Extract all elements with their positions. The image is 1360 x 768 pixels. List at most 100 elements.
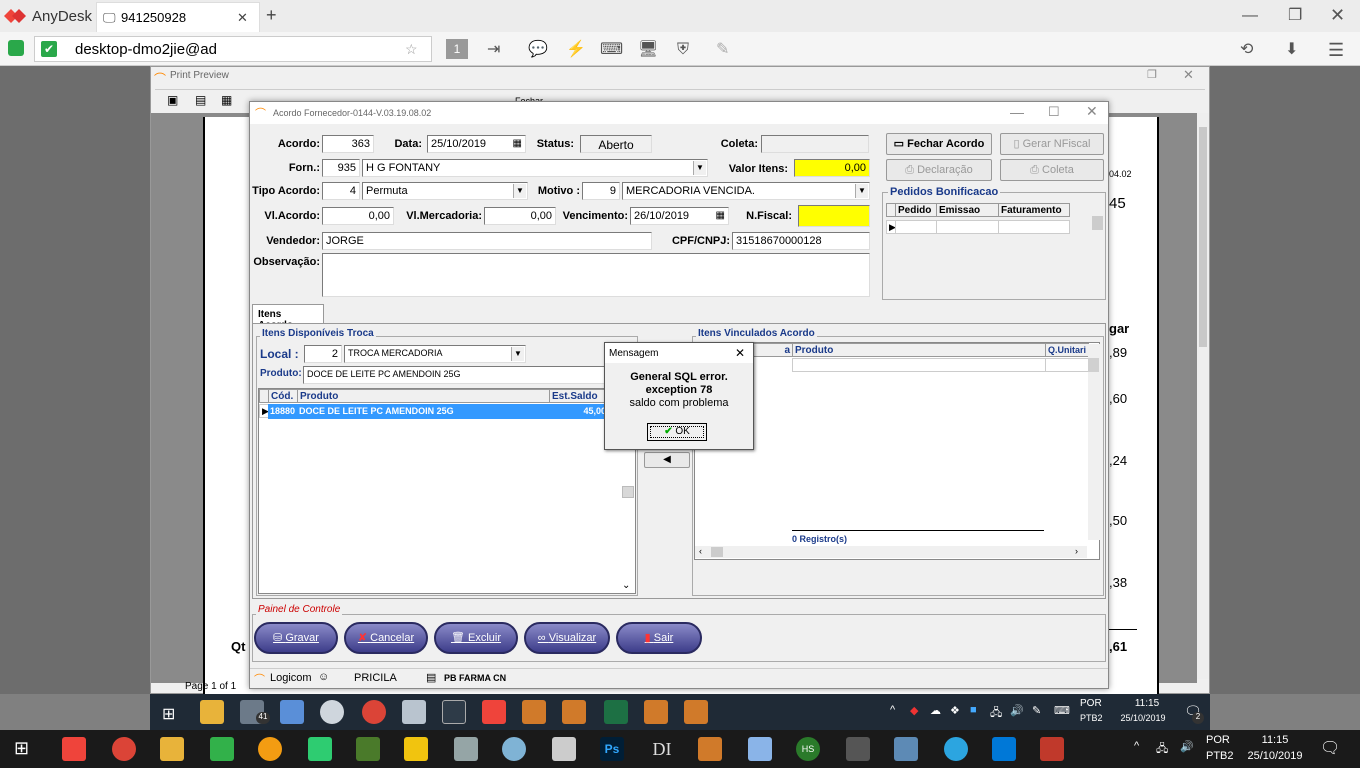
remote-lang[interactable]: POR [1080,698,1102,709]
app-icon[interactable] [846,737,870,761]
motivo-code[interactable]: 9 [582,182,620,200]
app-icon[interactable] [402,700,426,724]
col-faturamento[interactable]: Faturamento [998,203,1070,217]
zoom-icon[interactable]: ▦ [221,93,232,107]
volume-icon[interactable]: 🔊 [1010,704,1024,717]
gerar-nfiscal-button[interactable]: ▯ Gerar NFiscal [1000,133,1104,155]
app-icon[interactable] [552,737,576,761]
notification-icon[interactable]: 🗨 [1320,738,1340,758]
logicom-app-icon[interactable] [644,700,668,724]
chevron-down-icon[interactable]: ▼ [513,184,526,198]
windows-start-icon[interactable]: ⊞ [14,738,29,759]
tipo-acordo-combo[interactable]: Permuta ▼ [362,182,528,200]
scroll-thumb[interactable] [622,486,634,498]
acordo-field[interactable]: 363 [322,135,374,153]
scroll-thumb[interactable] [711,547,723,557]
anydesk-icon[interactable] [62,737,86,761]
calculator-icon[interactable] [442,700,466,724]
app-icon[interactable] [454,737,478,761]
actions-icon[interactable]: ⚡ [566,40,586,60]
chevron-right-icon[interactable]: › [1075,546,1078,556]
vendedor-field[interactable]: JORGE [322,232,652,250]
chrome-icon[interactable] [362,700,386,724]
pedido-cell[interactable] [895,220,937,234]
declaracao-button[interactable]: ⎙ Declaração [886,159,992,181]
motivo-combo[interactable]: MERCADORIA VENCIDA. ▼ [622,182,870,200]
telegram-icon[interactable] [944,737,968,761]
chrome-icon[interactable] [112,737,136,761]
vinc-cell[interactable] [1045,358,1089,372]
di-app-icon[interactable]: DI [650,737,674,761]
calendar-icon[interactable]: ▦ [716,210,725,221]
new-tab-button[interactable]: + [266,5,277,26]
app-icon[interactable] [404,737,428,761]
gravar-button[interactable]: ⛁ Gravar [254,622,338,654]
app-icon[interactable] [748,737,772,761]
local-combo[interactable]: TROCA MERCADORIA ▼ [344,345,526,363]
favorite-icon[interactable]: ☆ [405,41,418,58]
network-icon[interactable]: 🖧 [990,704,1002,723]
photoshop-icon[interactable]: Ps [600,737,624,761]
anydesk-icon[interactable] [482,700,506,724]
tipo-acordo-code[interactable]: 4 [322,182,360,200]
pp-close-icon[interactable]: ✕ [1183,67,1194,83]
logicom-app-icon[interactable] [684,700,708,724]
local-lang[interactable]: POR [1206,734,1230,746]
close-window-icon[interactable]: ✕ [1330,5,1345,25]
coleta-button[interactable]: ⎙ Coleta [1000,159,1104,181]
keyboard-icon[interactable]: ⌨ [600,40,623,60]
local-date[interactable]: 25/10/2019 [1240,750,1310,762]
dialog-maximize-icon[interactable]: ☐ [1048,104,1060,120]
tray-chevron-up-icon[interactable]: ^ [1134,740,1139,752]
fechar-acordo-button[interactable]: ▭ Fechar Acordo [886,133,992,155]
vl-acordo-field[interactable]: 0,00 [322,207,394,225]
monitor-select-button[interactable]: 1 [446,39,468,59]
app-icon[interactable] [258,737,282,761]
calendar-icon[interactable]: ▦ [513,138,522,149]
download-icon[interactable]: ⬇ [1285,40,1298,60]
excel-icon[interactable] [604,700,628,724]
remove-item-button[interactable]: ◀ [644,452,690,468]
col-produto[interactable]: Produto [297,389,550,403]
scroll-thumb[interactable] [1088,358,1099,372]
vinc-vscroll[interactable] [1088,344,1100,540]
postgres-icon[interactable] [894,737,918,761]
folder-icon[interactable] [200,700,224,724]
chevron-down-icon[interactable]: ▼ [511,347,524,361]
col-pedido[interactable]: Pedido [895,203,937,217]
chevron-down-icon[interactable]: ⌄ [622,580,630,591]
scroll-thumb[interactable] [1092,216,1103,230]
network-icon[interactable]: 🖧 [1156,740,1168,759]
vinc-hscroll[interactable]: ‹ › [695,546,1087,558]
cancelar-button[interactable]: ✘ Cancelar [344,622,428,654]
display-icon[interactable]: 🖥 [638,40,658,60]
local-layout[interactable]: PTB2 [1206,750,1234,762]
remote-time[interactable]: 11:15 [1124,698,1170,709]
logicom-app-icon[interactable] [562,700,586,724]
logicom-app-icon[interactable] [698,737,722,761]
dropbox-icon[interactable]: ❖ [950,704,960,717]
slack-icon[interactable] [308,737,332,761]
visualizar-button[interactable]: ∞ Visualizar [524,622,610,654]
address-field[interactable]: ✔ desktop-dmo2jie@ad ☆ [34,36,432,62]
tab-itens-acordo[interactable]: Itens Acordo [252,304,324,331]
pp-scroll-thumb[interactable] [1199,127,1207,347]
sair-button[interactable]: ▮ Sair [616,622,702,654]
history-icon[interactable]: ⟲ [1240,40,1253,60]
pedidos-scrollbar[interactable] [1091,204,1104,298]
tray-app-icon[interactable]: ■ [970,704,977,716]
excluir-button[interactable]: 🗑 Excluir [434,622,518,654]
nfiscal-field[interactable] [798,205,870,227]
forn-code-field[interactable]: 935 [322,159,360,177]
local-code[interactable]: 2 [304,345,342,363]
pp-scrollbar[interactable] [1197,113,1209,679]
transfer-icon[interactable]: ⇥ [487,40,500,60]
close-tab-icon[interactable]: ✕ [237,10,248,26]
cpf-field[interactable]: 31518670000128 [732,232,870,250]
table-row[interactable]: 18880 DOCE DE LEITE PC AMENDOIN 25G 45,0… [268,404,609,419]
data-field[interactable]: 25/10/2019 ▦ [427,135,526,153]
restore-icon[interactable]: ❐ [1288,6,1302,26]
vscode-icon[interactable] [992,737,1016,761]
message-close-icon[interactable]: ✕ [735,346,745,360]
col-cod[interactable]: Cód. [268,389,298,403]
